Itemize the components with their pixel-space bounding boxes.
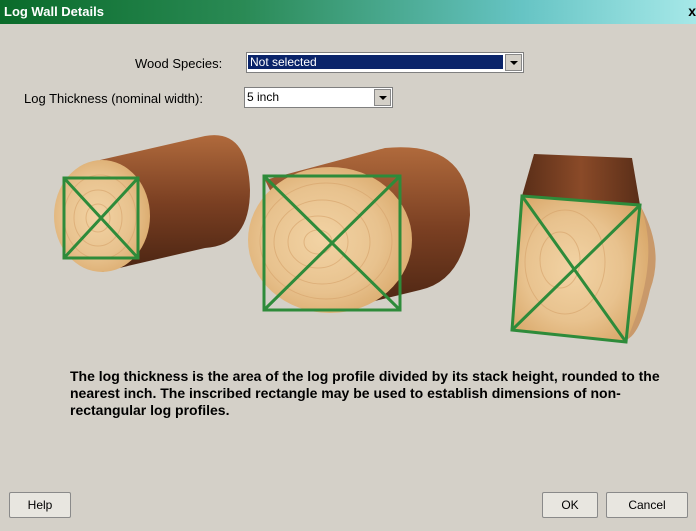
description-text: The log thickness is the area of the log… (70, 368, 660, 418)
round-log (54, 135, 250, 272)
window-title: Log Wall Details (4, 4, 104, 19)
squared-log (510, 154, 656, 344)
help-button[interactable]: Help (9, 492, 71, 518)
chevron-down-icon[interactable] (505, 54, 522, 71)
cancel-button[interactable]: Cancel (606, 492, 688, 518)
title-bar: Log Wall Details x (0, 0, 696, 24)
wood-species-dropdown[interactable]: Not selected (246, 52, 524, 73)
log-thickness-value: 5 inch (247, 90, 280, 104)
wood-species-label: Wood Species: (135, 56, 223, 71)
wood-species-value: Not selected (248, 55, 503, 69)
log-profiles-illustration (54, 135, 656, 344)
chevron-down-icon[interactable] (374, 89, 391, 106)
log-thickness-label: Log Thickness (nominal width): (24, 91, 203, 106)
log-thickness-dropdown[interactable]: 5 inch (244, 87, 393, 108)
ok-button[interactable]: OK (542, 492, 598, 518)
large-round-log (248, 147, 470, 313)
close-icon[interactable]: x (688, 3, 696, 19)
